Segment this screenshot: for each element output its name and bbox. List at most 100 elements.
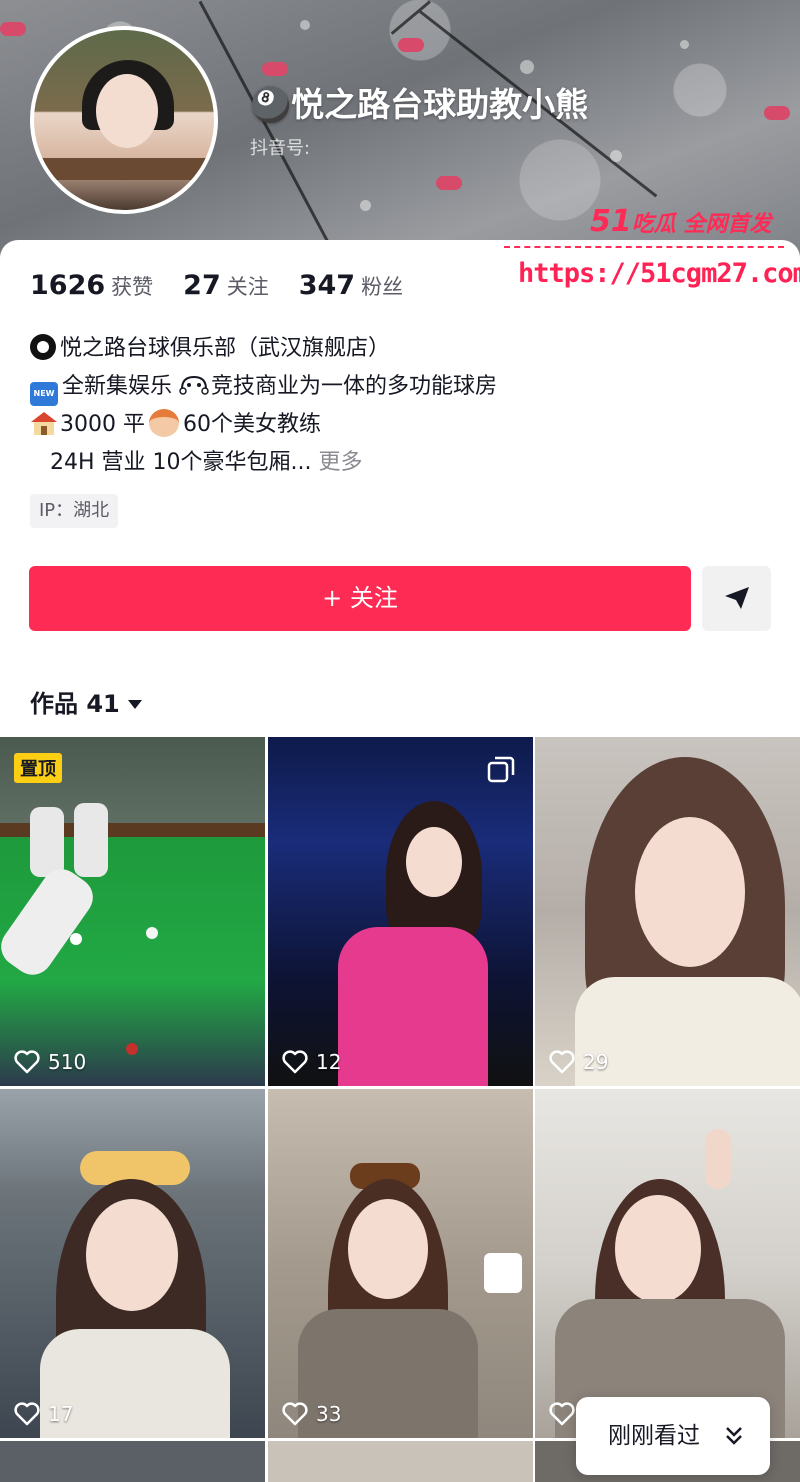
follow-button[interactable]: + 关注 [29,566,691,631]
watermark-brand: 51吃瓜 全网首发 [590,204,771,239]
person-figure [615,1195,701,1303]
heart-icon [14,1050,40,1074]
likes-count: 1626 [30,270,106,301]
person-figure [348,1199,428,1299]
person-figure [74,803,108,877]
banner-decoration [360,200,371,211]
like-count-value: 12 [316,1050,342,1074]
hand-figure [705,1129,731,1189]
video-tile[interactable] [268,1441,533,1482]
followers-count: 347 [298,270,356,301]
like-count: 510 [14,1050,86,1074]
stats-row: 1626 获赞 27 关注 347 粉丝 [30,270,403,301]
watermark-url: https://51cgm27.com [518,258,800,289]
person-figure [406,827,462,897]
avatar-figure [34,158,214,180]
send-icon [725,587,749,609]
recently-viewed-button[interactable]: 刚刚看过 [576,1397,770,1475]
multi-image-icon [487,756,515,783]
avatar-figure [96,74,158,148]
followers-label: 粉丝 [361,275,404,299]
banner-decoration [520,60,534,74]
person-figure [30,807,64,877]
video-tile[interactable] [0,1441,265,1482]
bio-line: 24H 营业 10个豪华包厢... 更多 [30,444,497,482]
like-count-value: 510 [48,1050,87,1074]
video-tile[interactable]: 12 [268,737,533,1086]
like-count: 33 [282,1402,341,1426]
watermark-number: 51 [590,204,632,239]
bio-line: 3000 平 60个美女教练 [30,406,497,444]
banner-decoration [680,40,689,49]
pinned-badge: 置顶 [14,753,62,783]
like-count: 17 [14,1402,73,1426]
following-count: 27 [183,270,221,301]
avatar[interactable] [30,26,218,214]
stat-followers[interactable]: 347 粉丝 [299,270,403,301]
like-count: 12 [282,1050,341,1074]
tab-works-label: 作品 [30,690,78,718]
heart-icon [282,1402,308,1426]
banner-decoration [398,38,424,52]
cute-face-icon [179,375,209,395]
tab-works-count: 41 [86,690,120,718]
like-count-value: 29 [583,1050,609,1074]
banner-decoration [436,176,462,190]
new-badge-icon: NEW [30,382,58,406]
bio-line: NEW 全新集娱乐 竞技商业为一体的多功能球房 [30,368,497,406]
banner-decoration [610,150,622,162]
banner-decoration [764,106,790,120]
bio-text: 60个美女教练 [182,412,321,437]
profile-card: 1626 获赞 27 关注 347 粉丝 悦之路台球俱乐部（武汉旗舰店） NEW 全新集… [0,240,800,740]
like-count-value: 33 [316,1402,342,1426]
person-figure [635,817,745,967]
double-chevron-down-icon [726,1427,742,1445]
stat-likes[interactable]: 1626 获赞 [30,270,153,301]
sticker [484,1253,522,1293]
video-tile[interactable] [535,1089,800,1438]
watermark: 51吃瓜 全网首发 https://51cgm27.com [500,200,800,310]
stat-following[interactable]: 27 关注 [183,270,269,301]
video-tile[interactable]: 29 [535,737,800,1086]
video-tile[interactable]: 置顶 510 [0,737,265,1086]
bio-line: 悦之路台球俱乐部（武汉旗舰店） [30,330,497,368]
woman-emoji-icon [148,409,179,437]
caret-down-icon [127,700,142,709]
watermark-divider [504,246,784,250]
video-tile[interactable]: 33 [268,1089,533,1438]
tab-works[interactable]: 作品 41 [30,684,142,719]
person-figure [86,1199,178,1311]
bio-text: 竞技商业为一体的多功能球房 [211,374,498,399]
heart-icon [549,1050,575,1074]
watermark-text: 吃瓜 全网首发 [631,212,772,237]
player-figure [0,861,101,983]
heart-icon [14,1402,40,1426]
banner-decoration [262,62,288,76]
like-count: 29 [549,1050,608,1074]
profile-name: 🎱悦之路台球助教小熊 [250,85,589,124]
banner-decoration [0,22,26,36]
heart-icon [282,1050,308,1074]
person-figure [338,927,488,1086]
bio-more-link[interactable]: 更多 [319,450,363,475]
billiard-ball-icon [30,334,56,360]
share-button[interactable] [702,566,771,631]
house-icon [31,412,57,435]
banner-decoration [300,20,310,30]
ip-location-badge: IP：湖北 [30,494,119,528]
billiard-ball [126,1043,138,1055]
person-figure [575,977,800,1086]
bio-text: 悦之路台球俱乐部（武汉旗舰店） [60,336,391,361]
bio-text: 3000 平 [60,412,145,437]
like-count-value: 17 [48,1402,74,1426]
likes-label: 获赞 [111,275,154,299]
bio-text: 24H 营业 10个豪华包厢... [50,450,312,475]
bio-text: 全新集娱乐 [62,374,173,399]
douyin-id[interactable]: 抖音号: [250,134,310,160]
video-tile[interactable]: 17 [0,1089,265,1438]
recently-viewed-label: 刚刚看过 [608,1423,700,1449]
bio[interactable]: 悦之路台球俱乐部（武汉旗舰店） NEW 全新集娱乐 竞技商业为一体的多功能球房 3… [30,330,497,482]
billiard-ball [70,933,82,945]
following-label: 关注 [226,275,269,299]
billiard-ball [146,927,158,939]
